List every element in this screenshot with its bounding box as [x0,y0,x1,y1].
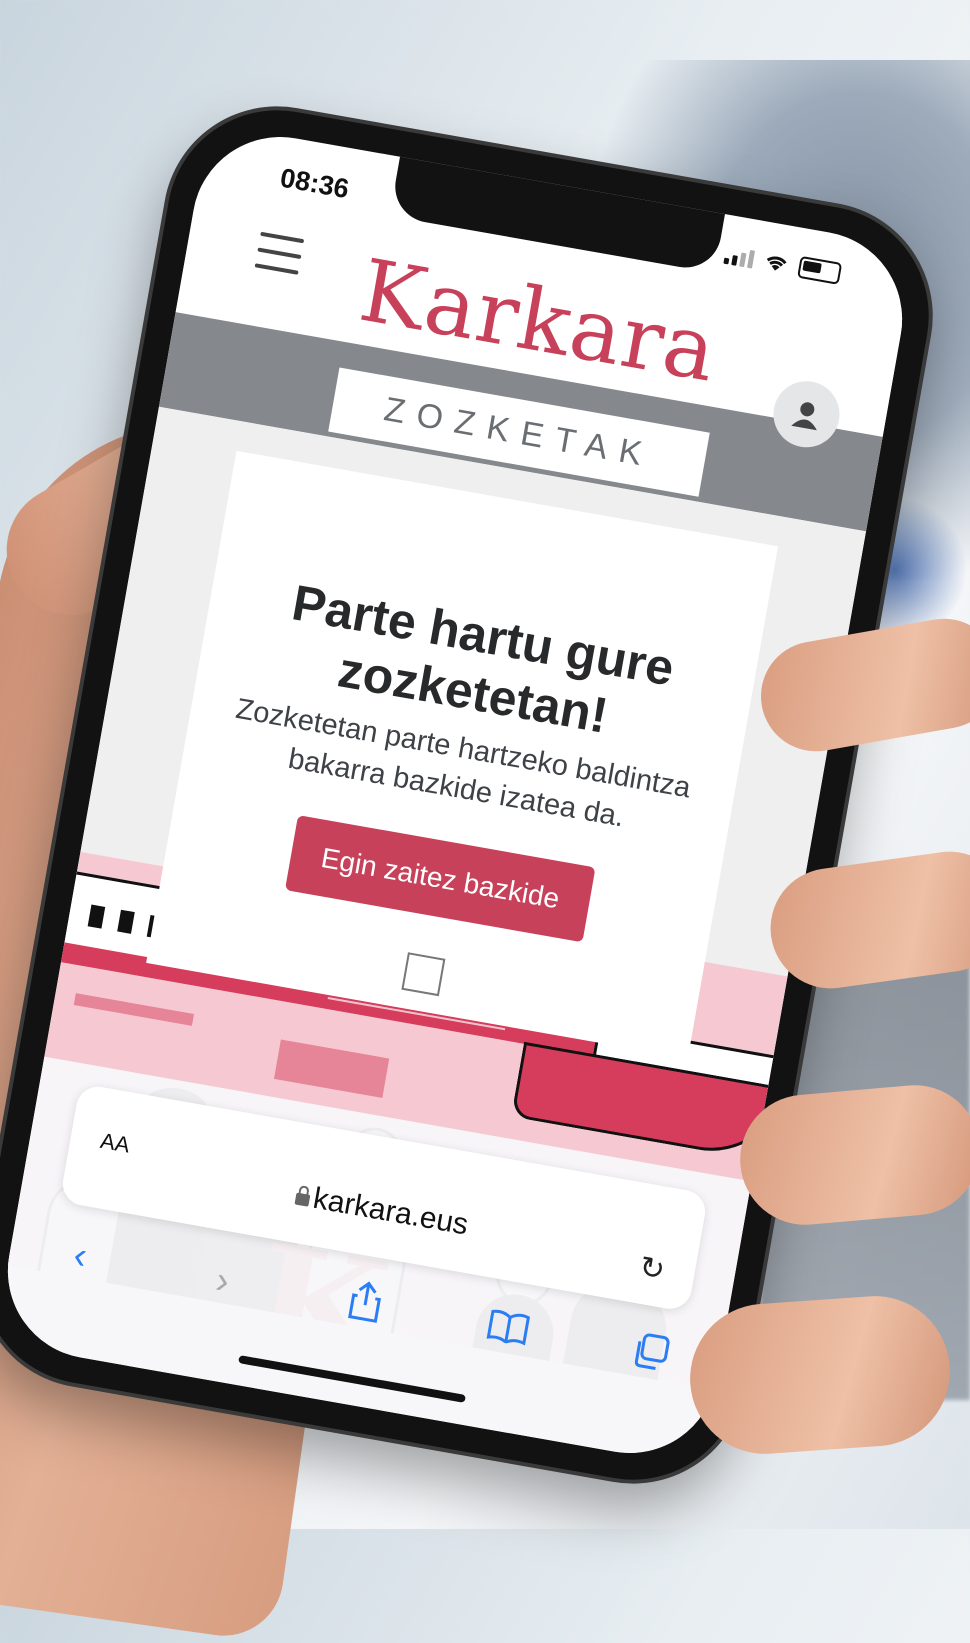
water-reflection [273,1039,390,1098]
bookmarks-icon[interactable] [474,1305,541,1358]
share-icon[interactable] [331,1276,399,1336]
water-reflection [73,993,195,1026]
become-member-button[interactable]: Egin zaitez bazkide [285,815,596,943]
status-icons [723,243,843,285]
raffle-card-content: Parte hartu gure zozketetan! Zozketetan … [146,451,778,1059]
lock-icon [294,1192,310,1207]
battery-icon [797,255,843,285]
forward-icon[interactable]: › [189,1255,256,1308]
wifi-icon [766,256,787,271]
user-icon [791,402,817,431]
url-text: karkara.eus [310,1181,471,1242]
reload-icon[interactable]: ↻ [637,1250,668,1289]
captcha-checkbox[interactable] [401,952,446,997]
back-icon[interactable]: ‹ [47,1230,114,1283]
signal-icon [723,244,756,269]
status-time: 08:36 [278,162,352,205]
finger [685,1291,955,1459]
tabs-icon[interactable] [616,1328,683,1384]
